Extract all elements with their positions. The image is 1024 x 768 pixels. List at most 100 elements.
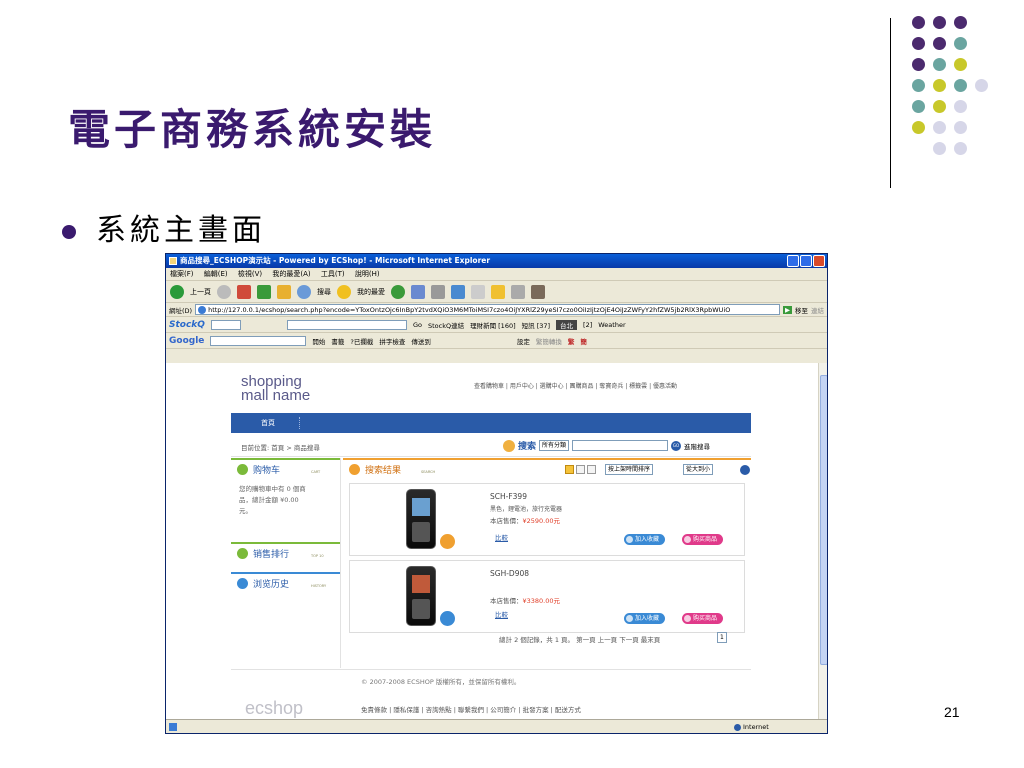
product-item: SGH-D908 本店售價：¥3380.00元 比較 加入收藏 购买商品 [349, 560, 745, 633]
go-button[interactable]: 移至 [795, 305, 808, 315]
shop-logo[interactable]: shopping mall name [241, 374, 311, 404]
favorites-star-icon[interactable] [337, 284, 351, 299]
sort-by-select[interactable]: 按上架時間排序 [605, 464, 654, 475]
search-go-icon[interactable]: GO [671, 440, 682, 451]
list-view-icon[interactable] [565, 465, 574, 474]
address-field[interactable]: http://127.0.0.1/ecshop/search.php?encod… [195, 304, 780, 315]
back-button[interactable]: 上一頁 [190, 287, 211, 297]
results-title: 搜索结果 [365, 466, 402, 476]
product-image[interactable] [406, 489, 436, 549]
research-icon[interactable] [531, 284, 545, 299]
convert-button[interactable]: 繁簡轉換 [536, 336, 562, 346]
logo-line-2: mall name [241, 387, 311, 404]
stockq-logo[interactable]: StockQ [169, 320, 205, 330]
stockq-link[interactable]: StockQ連結 [428, 320, 464, 330]
google-settings-button[interactable]: 設定 [517, 336, 530, 346]
status-bar: Internet [166, 719, 827, 733]
menu-help[interactable]: 說明(H) [355, 270, 380, 278]
stockq-query-field[interactable] [286, 319, 407, 330]
add-favorite-button[interactable]: 加入收藏 [624, 613, 666, 624]
ie-browser-window: 商品搜尋_ECSHOP演示站 - Powered by ECShop! - Mi… [165, 253, 828, 734]
compare-link[interactable]: 比較 [495, 532, 508, 542]
menu-view[interactable]: 檢視(V) [238, 270, 262, 278]
decorative-dot [933, 121, 946, 134]
spellcheck-button[interactable]: 拼字檢查 [379, 336, 405, 346]
links-button[interactable]: 連結 [811, 305, 824, 315]
top-links[interactable]: 查看購物車 | 用戶中心 | 選購中心 | 團購商品 | 奪寶奇兵 | 標籤雲 … [474, 381, 677, 390]
home-icon[interactable] [277, 284, 291, 299]
window-title: 商品搜尋_ECSHOP演示站 - Powered by ECShop! - Mi… [180, 256, 491, 265]
pagination[interactable]: 總計 2 個記錄，共 1 頁。 第一頁 上一頁 下一頁 最末頁 [499, 634, 660, 644]
shop-footer: ecshop © 2007-2008 ECSHOP 版權所有，並保留所有權利。 … [231, 669, 751, 719]
menu-file[interactable]: 檔案(F) [170, 270, 194, 278]
menu-favorites[interactable]: 我的最愛(A) [272, 270, 310, 278]
weather-link[interactable]: Weather [598, 321, 625, 329]
search-button[interactable]: 搜尋 [317, 287, 331, 297]
results-header: 搜索结果 SEARCH 按上架時間排序 從大到小 [343, 458, 751, 478]
back-icon[interactable] [170, 284, 184, 299]
favorites-button[interactable]: 我的最愛 [357, 287, 385, 297]
price-label: 本店售價： [490, 517, 523, 525]
menu-tools[interactable]: 工具(T) [321, 270, 345, 278]
decorative-dots [912, 16, 996, 166]
stockq-toolbar: StockQ Go StockQ連結 理財新聞 [160] 短訊 [37] 台北… [166, 317, 827, 333]
history-icon[interactable] [391, 284, 405, 299]
add-favorite-label: 加入收藏 [635, 536, 660, 543]
decorative-dot [933, 79, 946, 92]
city-ticker[interactable]: 台北 [556, 319, 578, 330]
buy-button[interactable]: 购买商品 [682, 613, 724, 624]
maximize-icon[interactable] [800, 255, 812, 267]
shop-page: shopping mall name 查看購物車 | 用戶中心 | 選購中心 | … [231, 363, 751, 719]
finance-news-link[interactable]: 理財新聞 [160] [470, 320, 516, 330]
add-favorite-button[interactable]: 加入收藏 [624, 534, 666, 545]
mail-icon[interactable] [411, 284, 425, 299]
product-image[interactable] [406, 566, 436, 626]
minimize-icon[interactable] [787, 255, 799, 267]
send-to-button[interactable]: 傳送到 [411, 336, 431, 346]
page-select[interactable]: 1 [717, 632, 727, 643]
category-select[interactable]: 所有分類 [539, 440, 570, 451]
grid-view-icon[interactable] [576, 465, 585, 474]
edit-icon[interactable] [451, 284, 465, 299]
google-search-field[interactable] [210, 335, 307, 346]
nav-home[interactable]: 首頁 [261, 418, 275, 428]
go-arrow-icon[interactable]: ▶ [783, 305, 792, 314]
advanced-search-link[interactable]: 進階搜尋 [684, 441, 710, 451]
scrollbar-thumb[interactable] [820, 375, 827, 665]
simplified-button[interactable]: 簡 [580, 336, 587, 346]
google-logo[interactable]: Google [169, 336, 204, 346]
google-bookmarks-button[interactable]: 書籤 [331, 336, 344, 346]
window-titlebar[interactable]: 商品搜尋_ECSHOP演示站 - Powered by ECShop! - Mi… [166, 254, 827, 268]
footer-links[interactable]: 免責條款 | 隱私保護 | 咨詢熱點 | 聯繫我們 | 公司簡介 | 批發方案 … [361, 704, 581, 714]
mail-count[interactable]: [2] [583, 321, 592, 329]
buy-button[interactable]: 购买商品 [682, 534, 724, 545]
forward-icon[interactable] [217, 284, 231, 299]
product-name[interactable]: SCH-F399 [490, 492, 527, 501]
traditional-button[interactable]: 繁 [568, 336, 575, 346]
messenger-icon[interactable] [511, 284, 525, 299]
folder-icon[interactable] [491, 284, 505, 299]
sort-order-select[interactable]: 從大到小 [683, 464, 714, 475]
compare-link[interactable]: 比較 [495, 609, 508, 619]
decorative-dot [912, 16, 925, 29]
vertical-scrollbar[interactable] [818, 363, 827, 719]
menu-edit[interactable]: 編輯(E) [204, 270, 228, 278]
short-news-link[interactable]: 短訊 [37] [522, 320, 550, 330]
price-value: ¥3380.00元 [522, 597, 561, 605]
popup-blocked[interactable]: ?已攔截 [350, 336, 373, 346]
google-open-button[interactable]: 開始 [312, 336, 325, 346]
discuss-icon[interactable] [471, 284, 485, 299]
decorative-dot [912, 58, 925, 71]
sort-go-icon[interactable] [740, 465, 750, 475]
decorative-dot [912, 37, 925, 50]
refresh-icon[interactable] [257, 284, 271, 299]
search-icon[interactable] [297, 284, 311, 299]
stop-icon[interactable] [237, 284, 251, 299]
text-view-icon[interactable] [587, 465, 596, 474]
stockq-search-field[interactable] [210, 319, 241, 330]
print-icon[interactable] [431, 284, 445, 299]
close-icon[interactable] [813, 255, 825, 267]
product-name[interactable]: SGH-D908 [490, 569, 529, 578]
keyword-input[interactable] [572, 440, 669, 451]
stockq-go-button[interactable]: Go [413, 321, 422, 329]
